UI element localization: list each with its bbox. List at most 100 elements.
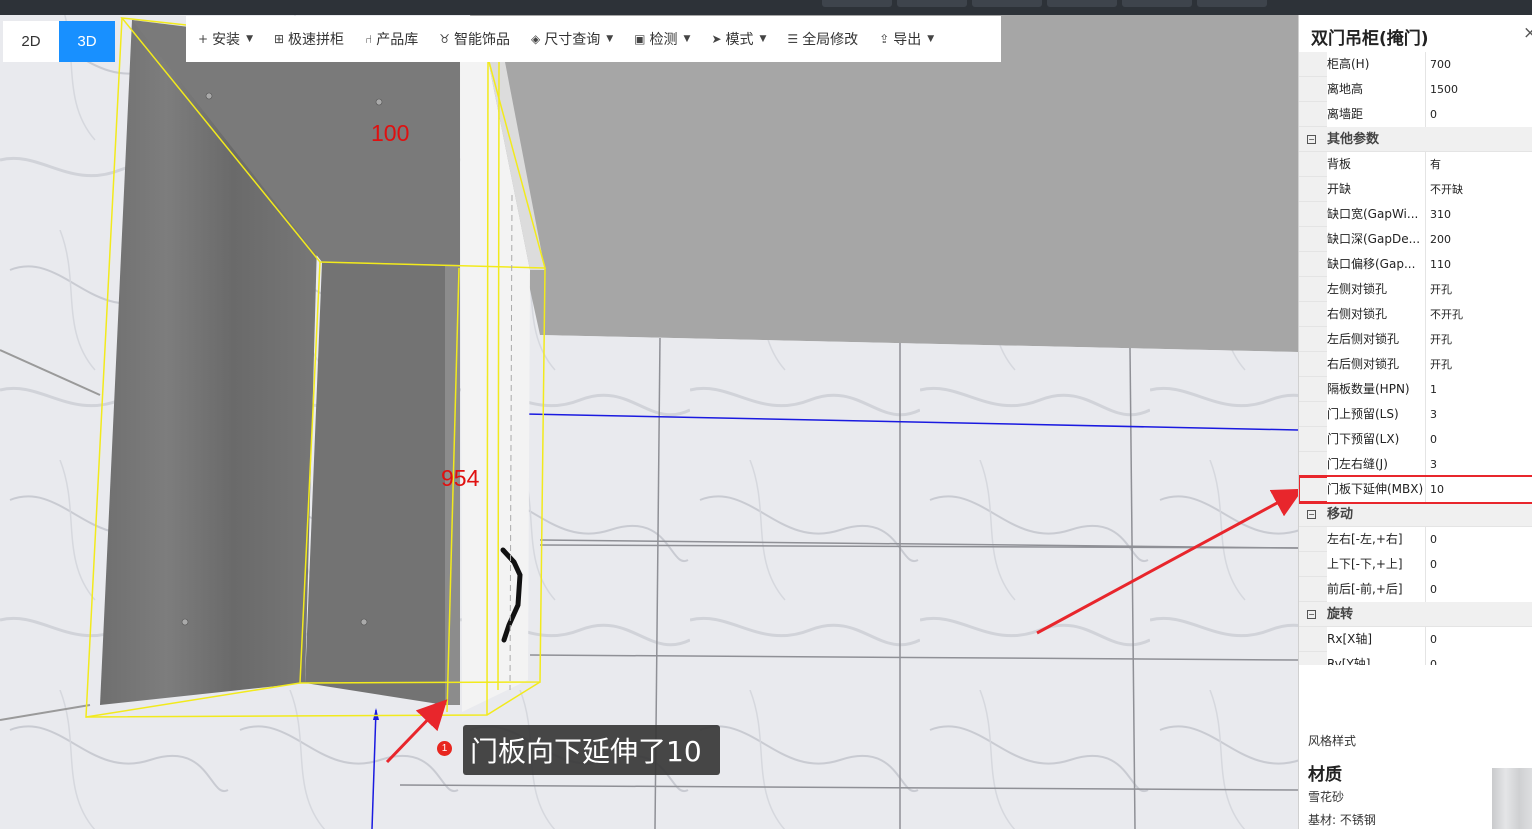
property-value[interactable]: 0 bbox=[1426, 577, 1532, 602]
property-row: 上下[-下,+上] 0 bbox=[1299, 552, 1532, 577]
callout-badge: 1 bbox=[437, 741, 452, 756]
check-icon: ▣ bbox=[634, 32, 646, 46]
toolbar-item-8[interactable]: ⇪ 导出 ▼ bbox=[879, 29, 934, 49]
export-icon: ⇪ bbox=[879, 32, 890, 46]
property-value[interactable]: 不开缺 bbox=[1426, 177, 1532, 202]
toolbar-item-3[interactable]: ♉ 智能饰品 bbox=[439, 29, 510, 49]
property-label: 左后侧对锁孔 bbox=[1327, 327, 1426, 352]
chair-icon: ⑁ bbox=[365, 32, 373, 46]
property-row: 前后[-前,+后] 0 bbox=[1299, 577, 1532, 602]
close-icon[interactable]: × bbox=[1523, 23, 1532, 43]
toolbar-item-label: 导出 bbox=[893, 32, 922, 48]
property-value[interactable]: 1 bbox=[1426, 377, 1532, 402]
property-label: 门板下延伸(MBX) bbox=[1327, 477, 1426, 502]
property-row: 门左右缝(J) 3 bbox=[1299, 452, 1532, 477]
toolbar-item-label: 极速拼柜 bbox=[288, 32, 345, 48]
property-group[interactable]: − 移动 bbox=[1299, 502, 1532, 527]
chevron-down-icon: ▼ bbox=[683, 34, 691, 44]
property-label: 缺口宽(GapWi... bbox=[1327, 202, 1426, 227]
view-2d-button[interactable]: 2D bbox=[3, 21, 59, 62]
property-label: 门下预留(LX) bbox=[1327, 427, 1426, 452]
property-label: 门左右缝(J) bbox=[1327, 452, 1426, 477]
group-label: 移动 bbox=[1327, 507, 1354, 522]
property-value[interactable]: 开孔 bbox=[1426, 352, 1532, 377]
toolbar-item-label: 智能饰品 bbox=[454, 32, 511, 48]
material-name[interactable]: 雪花砂 bbox=[1308, 788, 1344, 805]
sliders-icon: ☰ bbox=[787, 32, 799, 46]
property-value[interactable]: 开孔 bbox=[1426, 277, 1532, 302]
property-value[interactable]: 700 bbox=[1426, 52, 1532, 77]
property-label: 左右[-左,+右] bbox=[1327, 527, 1426, 552]
chevron-down-icon: ▼ bbox=[759, 34, 767, 44]
property-value[interactable]: 3 bbox=[1426, 452, 1532, 477]
toolbar-item-1[interactable]: ⊞ 极速拼柜 bbox=[274, 29, 344, 49]
collapse-icon[interactable]: − bbox=[1307, 510, 1316, 519]
property-value[interactable]: 0 bbox=[1426, 652, 1532, 665]
toolbar-item-0[interactable]: + 安装 ▼ bbox=[198, 29, 253, 49]
cursor-icon: ➤ bbox=[711, 32, 722, 46]
toolbar-item-label: 产品库 bbox=[376, 32, 419, 48]
property-label: Rx[X轴] bbox=[1327, 627, 1426, 652]
decor-icon: ♉ bbox=[439, 32, 451, 46]
toolbar-item-4[interactable]: ◈ 尺寸查询 ▼ bbox=[531, 29, 613, 49]
property-label: 离墙距 bbox=[1327, 102, 1426, 127]
property-value[interactable]: 0 bbox=[1426, 102, 1532, 127]
callout-annotation: 门板向下延伸了10 bbox=[463, 725, 720, 775]
property-value[interactable]: 10 bbox=[1426, 477, 1532, 502]
property-value[interactable]: 开孔 bbox=[1426, 327, 1532, 352]
chevron-down-icon: ▼ bbox=[606, 34, 614, 44]
ruler-icon: ◈ bbox=[531, 32, 541, 46]
property-label: 柜高(H) bbox=[1327, 52, 1426, 77]
view-3d-button[interactable]: 3D bbox=[59, 21, 115, 62]
toolbar-item-2[interactable]: ⑁ 产品库 bbox=[365, 29, 418, 49]
property-row: 门下预留(LX) 0 bbox=[1299, 427, 1532, 452]
property-label: Ry[Y轴] bbox=[1327, 652, 1426, 665]
property-label: 左侧对锁孔 bbox=[1327, 277, 1426, 302]
toolbar-item-5[interactable]: ▣ 检测 ▼ bbox=[634, 29, 690, 49]
property-label: 离地高 bbox=[1327, 77, 1426, 102]
property-value[interactable]: 0 bbox=[1426, 427, 1532, 452]
property-row: 缺口宽(GapWi... 310 bbox=[1299, 202, 1532, 227]
collapse-icon[interactable]: − bbox=[1307, 610, 1316, 619]
collapse-icon[interactable]: − bbox=[1307, 135, 1316, 144]
view-mode-toggle: 2D 3D bbox=[3, 21, 115, 62]
material-label: 材质 bbox=[1308, 765, 1342, 785]
property-value[interactable]: 3 bbox=[1426, 402, 1532, 427]
callout-text: 门板向下延伸了10 bbox=[470, 735, 702, 768]
group-label: 其他参数 bbox=[1327, 132, 1380, 147]
property-value[interactable]: 200 bbox=[1426, 227, 1532, 252]
property-value[interactable]: 310 bbox=[1426, 202, 1532, 227]
property-value[interactable]: 0 bbox=[1426, 552, 1532, 577]
property-group[interactable]: − 旋转 bbox=[1299, 602, 1532, 627]
property-label: 上下[-下,+上] bbox=[1327, 552, 1426, 577]
property-row: 离墙距 0 bbox=[1299, 102, 1532, 127]
property-label: 缺口偏移(Gap... bbox=[1327, 252, 1426, 277]
style-heading: 风格样式 bbox=[1308, 734, 1357, 748]
property-value[interactable]: 1500 bbox=[1426, 77, 1532, 102]
property-row: 右后侧对锁孔 开孔 bbox=[1299, 352, 1532, 377]
property-row: 右侧对锁孔 不开孔 bbox=[1299, 302, 1532, 327]
dimension-label-side: 954 bbox=[441, 465, 480, 491]
property-value[interactable]: 有 bbox=[1426, 152, 1532, 177]
property-value[interactable]: 0 bbox=[1426, 527, 1532, 552]
property-row: Ry[Y轴] 0 bbox=[1299, 652, 1532, 665]
property-value[interactable]: 不开孔 bbox=[1426, 302, 1532, 327]
group-label: 旋转 bbox=[1327, 607, 1354, 622]
property-row: 开缺 不开缺 bbox=[1299, 177, 1532, 202]
grid-icon: ⊞ bbox=[273, 32, 285, 46]
panel-title: 双门吊柜(掩门) bbox=[1311, 29, 1429, 49]
dimension-label-top: 100 bbox=[371, 120, 410, 146]
3d-viewport[interactable]: 100 954 1 门板向下延伸了10 2D 3D + 安装 ▼ ⊞ 极速拼柜 ⑁ 产品库 ♉… bbox=[0, 0, 1298, 829]
toolbar-item-6[interactable]: ➤ 模式 ▼ bbox=[711, 29, 766, 49]
material-swatch[interactable] bbox=[1492, 768, 1532, 829]
toolbar-item-7[interactable]: ☰ 全局修改 bbox=[787, 29, 858, 49]
property-group[interactable]: − 其他参数 bbox=[1299, 127, 1532, 152]
property-label: 隔板数量(HPN) bbox=[1327, 377, 1426, 402]
property-value[interactable]: 0 bbox=[1426, 627, 1532, 652]
property-value[interactable]: 110 bbox=[1426, 252, 1532, 277]
property-row: 门上预留(LS) 3 bbox=[1299, 402, 1532, 427]
property-label: 门上预留(LS) bbox=[1327, 402, 1426, 427]
property-row: Rx[X轴] 0 bbox=[1299, 627, 1532, 652]
cabinet-3d-scene[interactable] bbox=[0, 0, 1298, 829]
main-toolbar: + 安装 ▼ ⊞ 极速拼柜 ⑁ 产品库 ♉ 智能饰品 ◈ 尺寸查询 ▼ ▣ 检测 ▼ ➤ 模式 ▼ ☰ 全局修改 ⇪ 导出… bbox=[186, 16, 1001, 62]
